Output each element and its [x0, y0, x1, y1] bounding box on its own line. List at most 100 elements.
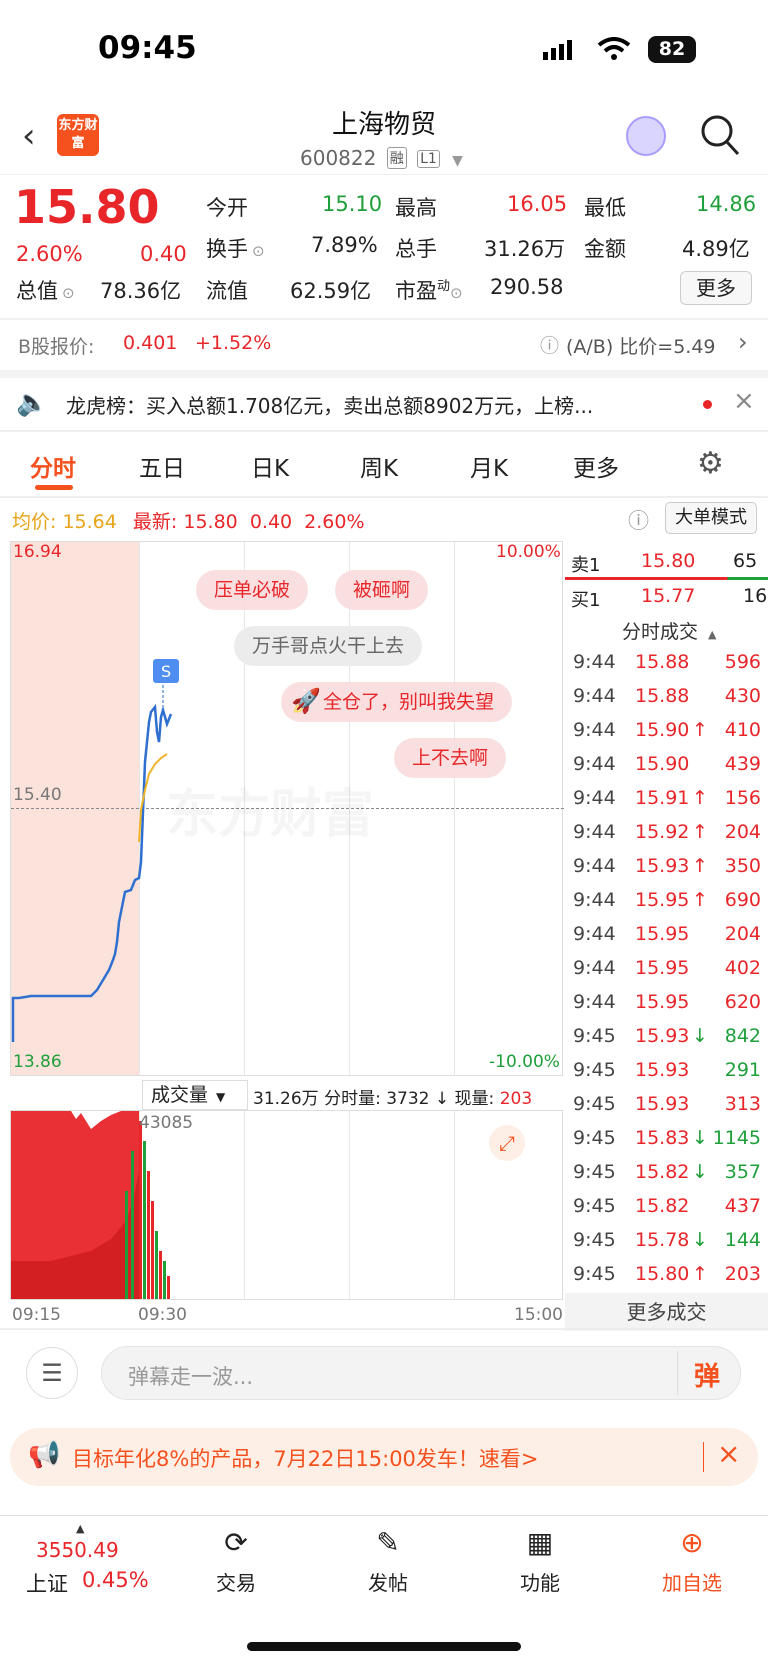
divider	[0, 430, 768, 432]
trade-time: 9:45	[573, 1025, 616, 1047]
trade-price: 15.93	[635, 855, 690, 877]
danmu-send-button[interactable]: 弹	[694, 1356, 720, 1393]
nav-function[interactable]: ▦ 功能	[480, 1523, 600, 1596]
pe-label[interactable]: 市盈动⊙	[395, 275, 463, 305]
trade-row: 9:45 15.80 ↑ 203	[571, 1263, 763, 1297]
speaker-icon: 🔈	[16, 388, 49, 418]
trade-arrow: ↑	[692, 719, 708, 741]
trade-time: 9:45	[573, 1263, 616, 1285]
search-icon[interactable]	[700, 114, 740, 160]
volume-bar	[131, 1151, 134, 1299]
trade-price: 15.91	[635, 787, 690, 809]
trade-row: 9:44 15.95 620	[571, 991, 763, 1025]
trade-row: 9:45 15.93 ↓ 842	[571, 1025, 763, 1059]
trades-title-text: 分时成交	[622, 621, 699, 643]
volume-bar	[163, 1261, 166, 1299]
axis-bottom-pct: -10.00%	[489, 1052, 560, 1072]
caret-down-icon: ▼	[216, 1090, 226, 1104]
volume-selector[interactable]: 成交量 ▼	[142, 1080, 248, 1110]
trade-time: 9:44	[573, 991, 616, 1013]
amount-label: 金额	[584, 237, 626, 261]
b-share-row[interactable]: B股报价: 0.401 +1.52% ⓘ (A/B) 比价=5.49 ›	[0, 320, 768, 370]
trade-qty: 1145	[712, 1127, 761, 1149]
tab-weekly-k[interactable]: 周K	[360, 449, 398, 483]
nav-add-watchlist[interactable]: ⊕ 加自选	[632, 1523, 752, 1596]
nav-post-label: 发帖	[368, 1571, 408, 1595]
volume-label: 总手	[395, 237, 437, 261]
trade-row: 9:45 15.82 437	[571, 1195, 763, 1229]
now-vol-label: 现量:	[454, 1089, 495, 1109]
trade-row: 9:44 15.88 596	[571, 651, 763, 685]
big-order-mode-button[interactable]: 大单模式	[665, 502, 757, 534]
danmu-input[interactable]: 弹幕走一波... 弹	[101, 1346, 741, 1400]
settings-gear-icon[interactable]: ⚙	[697, 446, 724, 481]
robot-assistant-icon[interactable]	[626, 116, 666, 156]
volume-chart[interactable]: 43085 ⤢	[10, 1110, 563, 1300]
danmu-bubble: 压单必破	[196, 570, 309, 610]
volume-bar	[167, 1276, 170, 1299]
trade-price: 15.90	[635, 719, 690, 741]
change-pct: 2.60%	[16, 242, 83, 266]
trade-arrow: ↑	[692, 889, 708, 911]
latest-pct: 2.60%	[304, 511, 365, 533]
trade-qty: 291	[724, 1059, 761, 1081]
more-button[interactable]: 更多	[680, 271, 752, 305]
close-icon[interactable]: ×	[717, 1437, 740, 1470]
current-price: 15.80	[14, 180, 160, 234]
trade-row: 9:45 15.78 ↓ 144	[571, 1229, 763, 1263]
trade-row: 9:44 15.91 ↑ 156	[571, 787, 763, 821]
index-quote[interactable]: ▲ 3550.49 上证 0.45%	[20, 1520, 160, 1600]
divider	[0, 1328, 768, 1330]
trades-title[interactable]: 分时成交 ▲	[622, 617, 716, 644]
avg-label: 均价:	[12, 511, 57, 533]
close-icon[interactable]: ×	[733, 386, 755, 416]
pe-sup: 动	[437, 279, 451, 294]
dragon-tiger-notice[interactable]: 🔈 龙虎榜：买入总额1.708亿元，卖出总额8902万元，上榜... ×	[0, 378, 768, 430]
intraday-chart[interactable]: 东方财富 S 16.94 15.40 13.86 10.00% -10.00% …	[10, 541, 564, 1076]
trade-price: 15.82	[635, 1161, 690, 1183]
nav-trade-label: 交易	[216, 1571, 256, 1595]
nav-trade[interactable]: ⟳ 交易	[176, 1523, 296, 1596]
more-trades-button[interactable]: 更多成交	[565, 1293, 768, 1331]
signal-icon	[543, 40, 577, 64]
help-icon[interactable]: ⓘ	[628, 505, 649, 535]
trade-time: 9:44	[573, 855, 616, 877]
tab-more[interactable]: 更多	[573, 449, 619, 483]
sell1-qty: 65	[733, 550, 758, 572]
promo-banner[interactable]: 📢 目标年化8%的产品，7月22日15:00发车！速看> ×	[10, 1428, 758, 1486]
tab-five-day[interactable]: 五日	[139, 449, 185, 483]
tab-daily-k[interactable]: 日K	[251, 449, 289, 483]
trade-arrow: ↑	[692, 855, 708, 877]
tab-intraday[interactable]: 分时	[30, 449, 76, 483]
volume-bar	[155, 1231, 158, 1299]
pe-value: 290.58	[490, 275, 564, 299]
volume-bar	[143, 1141, 146, 1299]
expand-icon[interactable]: ⤢	[489, 1125, 525, 1161]
trade-arrow: ↓	[692, 1229, 708, 1251]
trade-icon: ⟳	[224, 1526, 248, 1559]
open-label: 今开	[206, 196, 248, 220]
turnover-value: 7.89%	[311, 233, 378, 257]
stock-code[interactable]: 600822 融 L1 ▼	[300, 146, 463, 170]
clock: 09:45	[98, 30, 197, 66]
time-mid: 09:30	[138, 1305, 187, 1325]
volume-selector-label: 成交量	[151, 1084, 209, 1106]
low-value: 14.86	[696, 192, 757, 216]
trade-price: 15.95	[635, 957, 690, 979]
b-share-label: B股报价:	[18, 336, 95, 358]
home-indicator	[247, 1642, 521, 1651]
latest-value: 15.80	[183, 511, 238, 533]
trade-qty: 620	[724, 991, 761, 1013]
mktcap-label[interactable]: 总值 ⊙	[16, 275, 75, 305]
trade-time: 9:45	[573, 1059, 616, 1081]
danmu-settings-icon[interactable]: ☰	[26, 1347, 78, 1399]
tab-monthly-k[interactable]: 月K	[470, 449, 508, 483]
trade-price: 15.95	[635, 991, 690, 1013]
trade-arrow: ↓	[692, 1161, 708, 1183]
float-label: 流值	[206, 279, 248, 303]
ab-ratio-label: (A/B) 比价=5.49	[566, 332, 716, 359]
turnover-label[interactable]: 换手 ⊙	[206, 233, 265, 263]
nav-post[interactable]: ✎ 发帖	[328, 1523, 448, 1596]
level-tag: L1	[417, 150, 440, 168]
trade-price: 15.90	[635, 753, 690, 775]
